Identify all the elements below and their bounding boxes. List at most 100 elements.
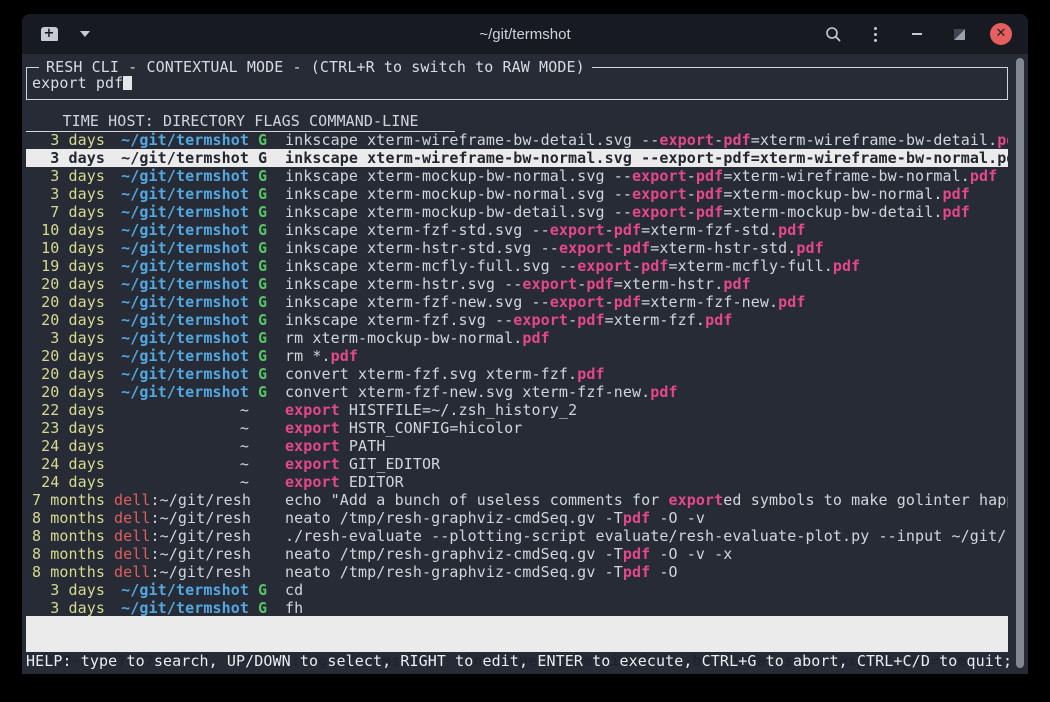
time-cell: 3 days xyxy=(26,131,105,149)
history-row[interactable]: 24 days~export GIT_EDITOR xyxy=(26,455,1008,473)
history-row[interactable]: 3 days~/git/termshotGrm xterm-mockup-bw-… xyxy=(26,329,1008,347)
gap xyxy=(270,365,285,383)
gap xyxy=(270,383,285,401)
history-row[interactable]: 24 days~export PATH xyxy=(26,437,1008,455)
text-segment: pd xyxy=(997,131,1008,149)
search-icon xyxy=(825,26,842,43)
text-segment: ~ xyxy=(240,455,249,473)
gap xyxy=(105,419,114,437)
text-segment: G xyxy=(258,581,267,599)
text-segment: ~/git/termshot xyxy=(121,311,249,329)
history-row[interactable]: 20 days~/git/termshotGinkscape xterm-hst… xyxy=(26,275,1008,293)
text-segment: G xyxy=(258,221,267,239)
text-segment: =xterm-fzf-std. xyxy=(641,221,778,239)
host-directory-cell: ~/git/termshot xyxy=(114,257,249,275)
host-directory-cell: ~/git/termshot xyxy=(114,275,249,293)
time-cell: 20 days xyxy=(26,311,105,329)
text-segment: pdf xyxy=(623,509,650,527)
history-row[interactable]: 20 days~/git/termshotGinkscape xterm-fzf… xyxy=(26,293,1008,311)
text-segment: 3 days xyxy=(50,167,105,185)
history-row[interactable]: 7 monthsdell:~/git/reshecho "Add a bunch… xyxy=(26,491,1008,509)
text-segment: neato /tmp/resh-graphviz-cmdSeq.gv -T xyxy=(285,545,623,563)
restore-button[interactable] xyxy=(946,21,972,47)
history-row[interactable]: 3 days~/git/termshotGinkscape xterm-mock… xyxy=(26,167,1008,185)
history-row[interactable]: 10 days~/git/termshotGinkscape xterm-hst… xyxy=(26,239,1008,257)
time-cell: 10 days xyxy=(26,239,105,257)
history-row[interactable]: 20 days~/git/termshotGconvert xterm-fzf.… xyxy=(26,365,1008,383)
history-row[interactable]: 22 days~export HISTFILE=~/.zsh_history_2 xyxy=(26,401,1008,419)
text-segment: G xyxy=(258,167,267,185)
text-segment: pdf xyxy=(623,563,650,581)
text-segment: 20 days xyxy=(41,275,105,293)
host-directory-cell: ~/git/termshot xyxy=(114,221,249,239)
new-tab-button[interactable]: + xyxy=(36,21,62,47)
text-segment: dell xyxy=(114,491,151,509)
gap xyxy=(105,383,114,401)
search-box[interactable]: RESH CLI - CONTEXTUAL MODE - (CTRL+R to … xyxy=(26,67,1008,100)
history-row[interactable]: 20 days~/git/termshotGconvert xterm-fzf-… xyxy=(26,383,1008,401)
flags-cell: G xyxy=(258,293,270,311)
text-segment: ~/git/termshot xyxy=(121,239,249,257)
text-segment: 7 months xyxy=(32,491,105,509)
text-segment: 22 days xyxy=(41,401,105,419)
gap xyxy=(105,275,114,293)
text-segment: export xyxy=(285,401,340,419)
text-segment: 20 days xyxy=(41,383,105,401)
gap xyxy=(249,491,258,509)
tab-list-dropdown-button[interactable] xyxy=(72,21,98,47)
history-row[interactable]: 3 days~/git/termshotGinkscape xterm-wire… xyxy=(26,131,1008,149)
history-row[interactable]: 3 days~/git/termshotGfh xyxy=(26,599,1008,617)
command-cell: inkscape xterm-fzf.svg --export-pdf=xter… xyxy=(285,311,1008,329)
desktop-background: + ~/git/termshot xyxy=(0,0,1050,702)
text-segment: 20 days xyxy=(41,293,105,311)
text-segment: pdf xyxy=(942,185,969,203)
search-button[interactable] xyxy=(820,21,846,47)
history-row-selected[interactable]: 3 days~/git/termshotGinkscape xterm-wire… xyxy=(26,149,1008,167)
minimize-button[interactable] xyxy=(904,21,930,47)
gap xyxy=(105,473,114,491)
text-segment: export xyxy=(632,203,687,221)
history-row[interactable]: 20 days~/git/termshotGinkscape xterm-fzf… xyxy=(26,311,1008,329)
text-segment: ./resh-evaluate --plotting-script evalua… xyxy=(285,527,1008,545)
history-row[interactable]: 8 monthsdell:~/git/reshneato /tmp/resh-g… xyxy=(26,509,1008,527)
text-segment: pdf xyxy=(577,311,604,329)
text-segment: export xyxy=(285,473,340,491)
history-row[interactable]: 8 months dell:~/git/resh ./resh-evaluate -… xyxy=(26,527,1008,545)
history-row[interactable]: 8 monthsdell:~/git/reshneato /tmp/resh-g… xyxy=(26,545,1008,563)
history-row[interactable]: 3 days~/git/termshotGinkscape xterm-mock… xyxy=(26,185,1008,203)
history-row[interactable]: 7 days~/git/termshotGinkscape xterm-mock… xyxy=(26,203,1008,221)
text-segment: - xyxy=(605,293,614,311)
host-directory-cell: dell:~/git/resh xyxy=(114,527,249,545)
gap xyxy=(249,149,258,167)
text-segment: 20 days xyxy=(41,347,105,365)
text-segment: - xyxy=(687,185,696,203)
text-segment: G xyxy=(258,329,267,347)
flags-cell: G xyxy=(258,203,270,221)
history-row[interactable]: 24 days~export EDITOR xyxy=(26,473,1008,491)
text-segment: 8 months xyxy=(32,527,105,545)
host-directory-cell: ~ xyxy=(114,455,249,473)
text-segment: export xyxy=(550,293,605,311)
history-row[interactable]: 23 days~export HSTR_CONFIG=hicolor xyxy=(26,419,1008,437)
text-segment: :~/git/resh xyxy=(151,527,251,545)
text-segment: ~ xyxy=(240,437,249,455)
flags-cell xyxy=(258,509,270,527)
text-segment: - xyxy=(632,257,641,275)
text-segment: ~/git/termshot xyxy=(121,347,249,365)
gap xyxy=(270,401,285,419)
history-row[interactable]: 3 days~/git/termshotGcd xyxy=(26,581,1008,599)
history-row[interactable]: 10 days~/git/termshotGinkscape xterm-fzf… xyxy=(26,221,1008,239)
text-segment: G xyxy=(258,383,267,401)
flags-cell: G xyxy=(258,221,270,239)
text-segment: - xyxy=(687,203,696,221)
scrollbar-thumb[interactable] xyxy=(1016,58,1024,668)
history-row[interactable]: 20 days~/git/termshotGrm *.pdf xyxy=(26,347,1008,365)
host-directory-cell: ~/git/termshot xyxy=(114,149,249,167)
text-segment: 23 days xyxy=(41,419,105,437)
history-row[interactable]: 19 days~/git/termshotGinkscape xterm-mcf… xyxy=(26,257,1008,275)
history-row[interactable]: 8 monthsdell:~/git/reshneato /tmp/resh-g… xyxy=(26,563,1008,581)
time-cell: 8 months xyxy=(26,563,105,581)
menu-button[interactable] xyxy=(862,21,888,47)
text-segment: export xyxy=(659,149,714,167)
close-button[interactable]: ✕ xyxy=(988,21,1014,47)
